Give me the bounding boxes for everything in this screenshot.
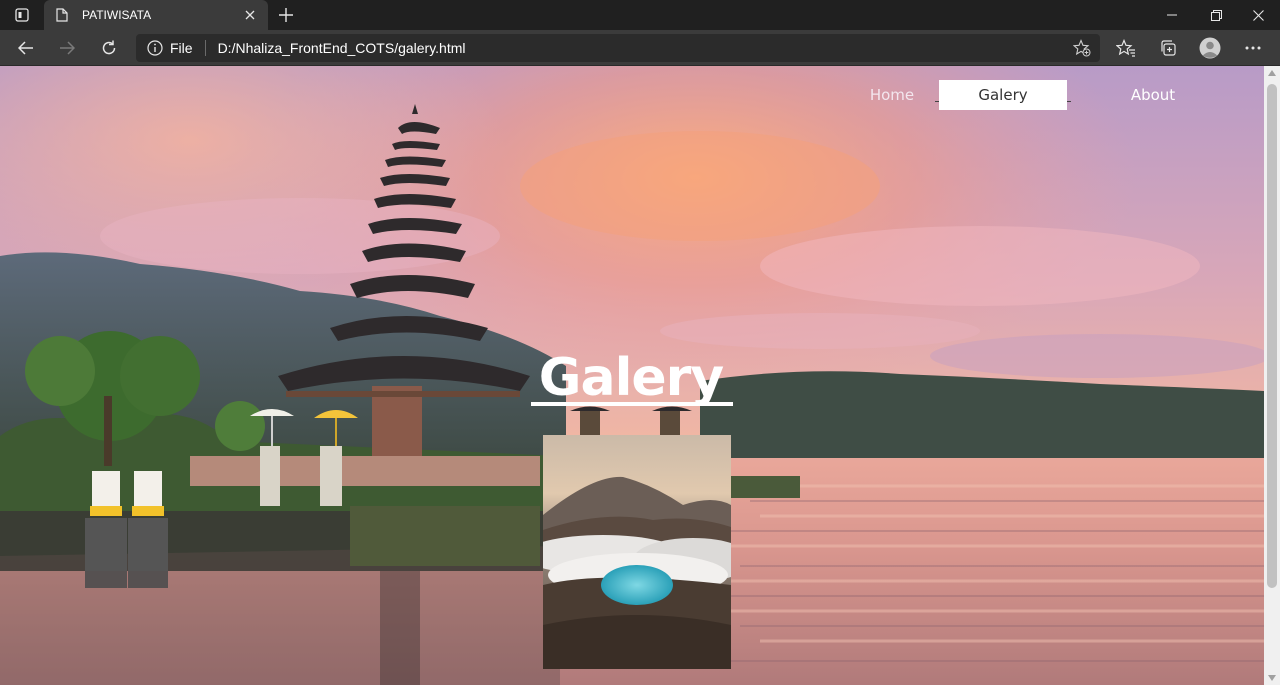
scroll-down-button[interactable] [1264, 671, 1280, 685]
refresh-icon [102, 40, 116, 55]
tab-strip: PATIWISATA [0, 0, 1280, 30]
add-favorite-button[interactable] [1072, 38, 1092, 58]
star-plus-icon [1073, 39, 1091, 57]
page-viewport: Home Galery About Galery [0, 66, 1280, 685]
profile-icon [1199, 37, 1221, 59]
close-icon [245, 10, 255, 20]
page-title: Galery [538, 348, 724, 408]
nav-link-galery[interactable]: Galery [939, 80, 1067, 110]
info-icon[interactable] [146, 39, 164, 57]
plus-icon [279, 8, 293, 22]
browser-toolbar: File D:/Nhaliza_FrontEnd_COTS/galery.htm… [0, 30, 1280, 66]
url-text[interactable]: D:/Nhaliza_FrontEnd_COTS/galery.html [218, 40, 1100, 56]
nav-link-about[interactable]: About [1114, 80, 1192, 110]
document-icon [54, 7, 70, 23]
arrow-left-icon [18, 41, 33, 55]
browser-tab[interactable]: PATIWISATA [44, 0, 268, 30]
scrollbar-thumb[interactable] [1267, 84, 1277, 588]
new-tab-button[interactable] [274, 3, 298, 27]
favorites-icon [1116, 39, 1135, 57]
tab-actions-icon [15, 8, 29, 22]
close-icon [1252, 9, 1264, 21]
nav-underline [1067, 101, 1071, 102]
nav-link-home[interactable]: Home [860, 80, 924, 110]
minimize-icon [1167, 14, 1177, 16]
close-tab-button[interactable] [242, 7, 258, 23]
scroll-up-button[interactable] [1264, 66, 1280, 80]
address-bar[interactable]: File D:/Nhaliza_FrontEnd_COTS/galery.htm… [136, 34, 1100, 62]
restore-button[interactable] [1194, 0, 1238, 30]
back-button[interactable] [11, 33, 41, 63]
forward-button[interactable] [52, 33, 82, 63]
restore-icon [1210, 9, 1222, 21]
favorites-button[interactable] [1113, 35, 1139, 61]
close-window-button[interactable] [1236, 0, 1280, 30]
vertical-scrollbar[interactable] [1264, 66, 1280, 685]
collections-button[interactable] [1155, 35, 1181, 61]
tab-title: PATIWISATA [82, 8, 152, 22]
refresh-button[interactable] [94, 33, 124, 63]
title-underline [531, 402, 733, 406]
profile-button[interactable] [1197, 35, 1223, 61]
more-button[interactable] [1240, 35, 1266, 61]
address-separator [204, 40, 206, 56]
collections-icon [1161, 40, 1176, 56]
tab-actions-button[interactable] [8, 4, 36, 26]
scheme-label: File [170, 40, 193, 56]
volcano-crater-photo [543, 435, 731, 669]
chevron-down-icon [1268, 675, 1276, 681]
arrow-right-icon [60, 41, 75, 55]
more-icon [1245, 46, 1261, 50]
gallery-photo[interactable] [543, 435, 731, 669]
chevron-up-icon [1268, 70, 1276, 76]
site-navigation: Home Galery About [0, 66, 1264, 126]
minimize-button[interactable] [1150, 0, 1194, 30]
